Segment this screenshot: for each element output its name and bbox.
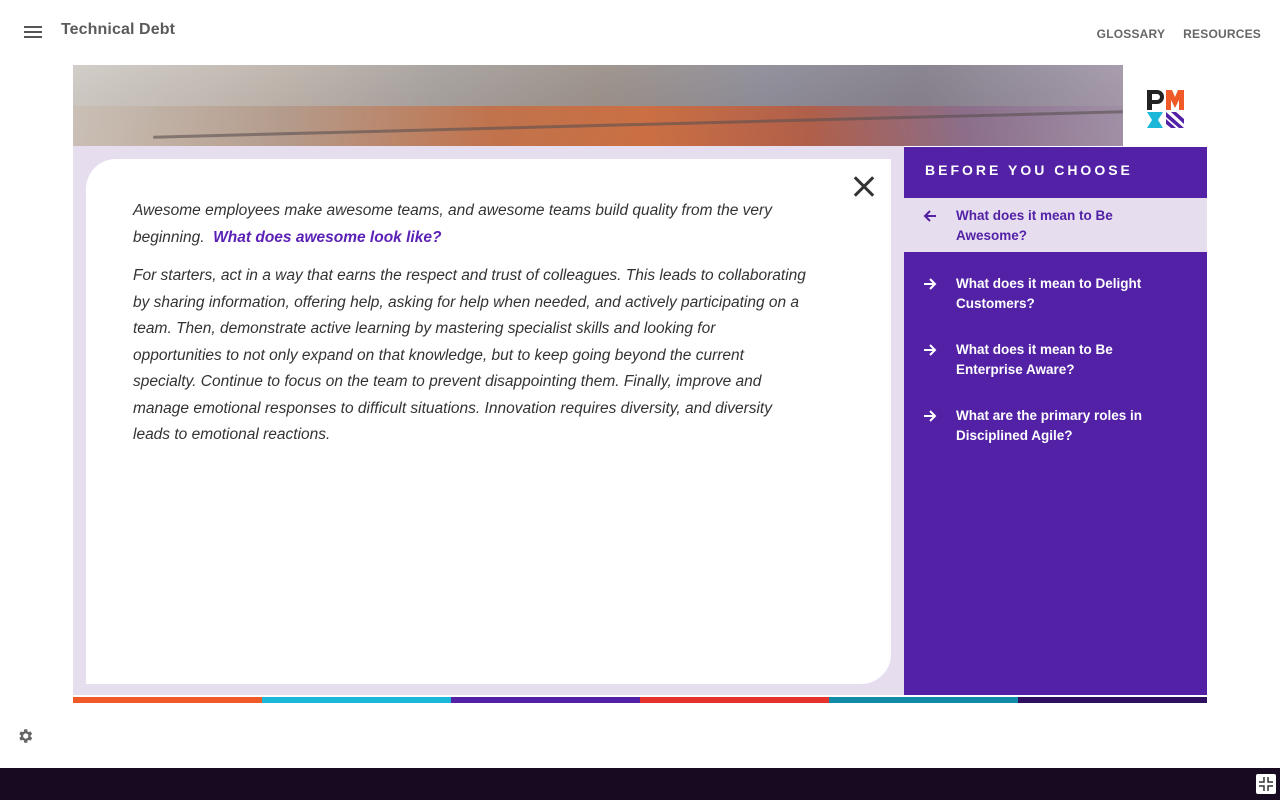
glossary-link[interactable]: GLOSSARY [1097,27,1166,41]
stripe-segment [73,697,262,703]
sidebar: BEFORE YOU CHOOSE What does it mean to B… [904,147,1207,695]
arrow-right-icon [924,410,937,422]
course-title: Technical Debt [61,21,176,38]
stripe-segment [1018,697,1207,703]
sidebar-item-primary-roles[interactable]: What are the primary roles in Discipline… [904,406,1207,446]
sidebar-item-label: What does it mean to Be Enterprise Aware… [956,342,1113,377]
arrow-left-icon [923,210,936,222]
top-nav: GLOSSARY RESOURCES [1097,27,1261,41]
bottom-bar [0,768,1280,800]
sidebar-item-label: What does it mean to Be Awesome? [956,208,1113,243]
close-icon[interactable] [853,175,875,197]
arrow-right-icon [924,344,937,356]
pmi-logo [1147,90,1184,128]
sidebar-item-label: What are the primary roles in Discipline… [956,408,1143,443]
top-bar: Technical Debt GLOSSARY RESOURCES [0,0,1280,64]
color-stripe [73,697,1207,703]
sidebar-item-be-awesome[interactable]: What does it mean to Be Awesome? [904,198,1207,252]
banner-image [73,65,1123,146]
sidebar-title: BEFORE YOU CHOOSE [925,162,1133,178]
arrow-right-icon [924,278,937,290]
sidebar-item-label: What does it mean to Delight Customers? [956,276,1142,311]
sidebar-item-enterprise-aware[interactable]: What does it mean to Be Enterprise Aware… [904,340,1207,380]
intro-paragraph: Awesome employees make awesome teams, an… [133,198,808,251]
stripe-segment [829,697,1018,703]
gear-icon[interactable] [16,727,34,745]
stripe-segment [262,697,451,703]
sidebar-item-delight-customers[interactable]: What does it mean to Delight Customers? [904,274,1207,314]
stripe-segment [451,697,640,703]
exit-fullscreen-icon[interactable] [1256,774,1276,794]
awesome-link[interactable]: What does awesome look like? [213,229,441,246]
body-paragraph: For starters, act in a way that earns th… [133,267,806,443]
resources-link[interactable]: RESOURCES [1183,27,1261,41]
hamburger-menu-icon[interactable] [24,24,42,40]
stripe-segment [640,697,829,703]
